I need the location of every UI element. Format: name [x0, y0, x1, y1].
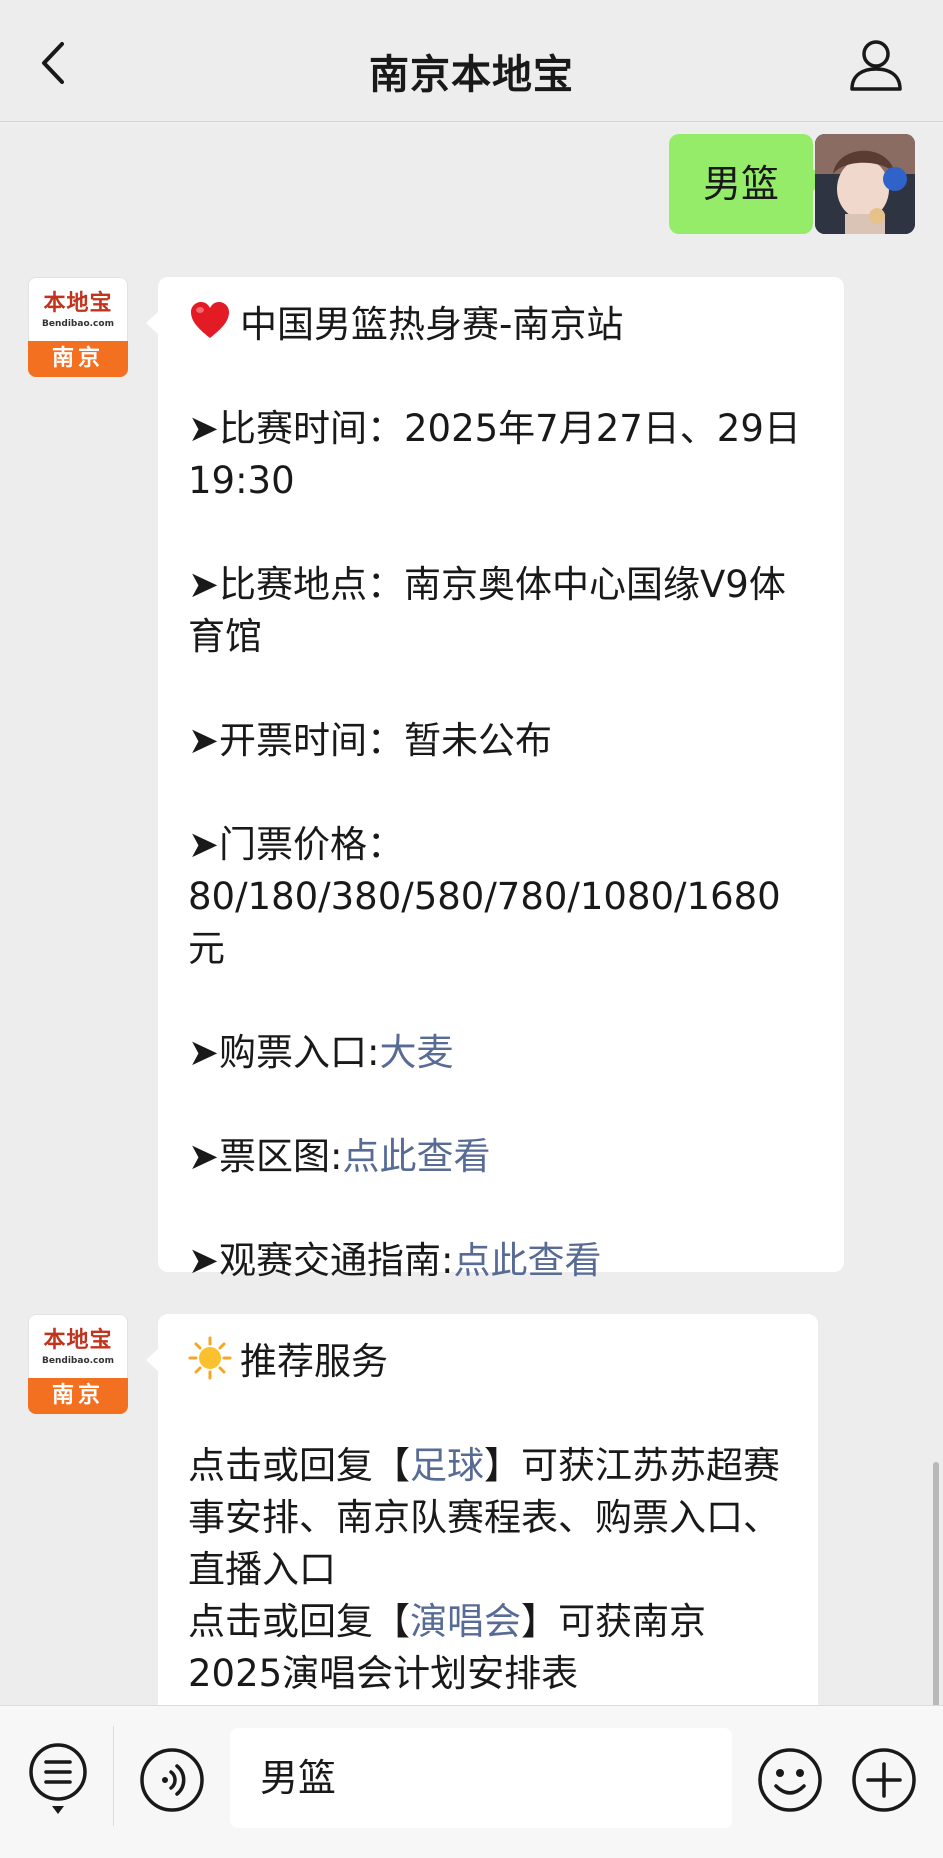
transport-guide-label: ➤观赛交通指南:: [188, 1239, 454, 1282]
voice-icon[interactable]: [138, 1746, 206, 1814]
chat-title: 南京本地宝: [369, 52, 574, 98]
chat-area[interactable]: 男篮 本地宝 Bendibao.com 南京 中国男篮热身赛-南京站 ➤比赛时间…: [0, 122, 943, 1705]
outgoing-message-bubble[interactable]: 男篮: [669, 134, 825, 234]
outgoing-message-text: 男篮: [702, 162, 779, 206]
ticket-price: ➤门票价格：80/180/380/580/780/1080/1680元: [188, 823, 781, 970]
logo-text-cn: 本地宝: [43, 290, 113, 316]
service-prefix: 点击或回复【: [188, 1444, 410, 1487]
seat-map-line: ➤票区图:点此查看: [188, 1131, 816, 1183]
concert-link[interactable]: 演唱会: [410, 1600, 521, 1643]
damai-link[interactable]: 大麦: [379, 1031, 453, 1074]
match-venue: ➤比赛地点：南京奥体中心国缘V9体育馆: [188, 563, 786, 658]
message-title: 中国男篮热身赛-南京站: [188, 299, 816, 351]
incoming-message-bubble[interactable]: 中国男篮热身赛-南京站 ➤比赛时间：2025年7月27日、29日 19:30 ➤…: [146, 277, 844, 1282]
message-title: 推荐服务: [188, 1336, 790, 1388]
transport-guide-link[interactable]: 点此查看: [453, 1239, 601, 1282]
ticket-entry-line: ➤购票入口:大麦: [188, 1027, 816, 1079]
logo-text-cn: 本地宝: [43, 1327, 113, 1353]
logo-city: 南京: [28, 1378, 128, 1414]
heart-icon: [191, 302, 229, 338]
seat-map-label: ➤票区图:: [188, 1135, 343, 1178]
person-icon[interactable]: [847, 36, 905, 94]
ticket-sale-time: ➤开票时间：暂未公布: [188, 719, 553, 762]
bendibao-logo: 本地宝 Bendibao.com: [28, 1314, 128, 1376]
user-avatar-image: [815, 134, 915, 234]
scrollbar[interactable]: [933, 1462, 939, 1705]
divider: [113, 1726, 114, 1826]
logo-text-en: Bendibao.com: [42, 1356, 114, 1366]
plus-icon[interactable]: [850, 1746, 918, 1814]
top-bar: 南京本地宝: [0, 0, 943, 122]
seat-map-link[interactable]: 点此查看: [342, 1135, 490, 1178]
message-title-text: 推荐服务: [240, 1340, 388, 1383]
service-prefix: 点击或回复【: [188, 1600, 410, 1643]
football-link[interactable]: 足球: [410, 1444, 484, 1487]
emoji-icon[interactable]: [756, 1746, 824, 1814]
match-time: ➤比赛时间：2025年7月27日、29日 19:30: [188, 407, 801, 502]
sun-icon: [188, 1336, 232, 1380]
menu-list-icon[interactable]: [26, 1740, 90, 1820]
logo-city: 南京: [28, 341, 128, 377]
logo-text-en: Bendibao.com: [42, 319, 114, 329]
message-input[interactable]: 男篮: [230, 1728, 732, 1828]
bot-avatar[interactable]: 本地宝 Bendibao.com 南京: [28, 277, 128, 377]
bendibao-logo: 本地宝 Bendibao.com: [28, 277, 128, 339]
bot-avatar[interactable]: 本地宝 Bendibao.com 南京: [28, 1314, 128, 1414]
ticket-entry-label: ➤购票入口:: [188, 1031, 380, 1074]
concert-service-line: 点击或回复【演唱会】可获南京2025演唱会计划安排表: [188, 1596, 790, 1700]
bottom-input-bar: 男篮: [0, 1705, 943, 1858]
user-avatar[interactable]: [815, 134, 915, 234]
transport-guide-line: ➤观赛交通指南:点此查看: [188, 1235, 816, 1287]
incoming-message-bubble[interactable]: 推荐服务 点击或回复【足球】可获江苏苏超赛事安排、南京队赛程表、购票入口、直播入…: [146, 1314, 818, 1705]
football-service-line: 点击或回复【足球】可获江苏苏超赛事安排、南京队赛程表、购票入口、直播入口: [188, 1440, 790, 1596]
message-title-text: 中国男篮热身赛-南京站: [240, 303, 624, 346]
